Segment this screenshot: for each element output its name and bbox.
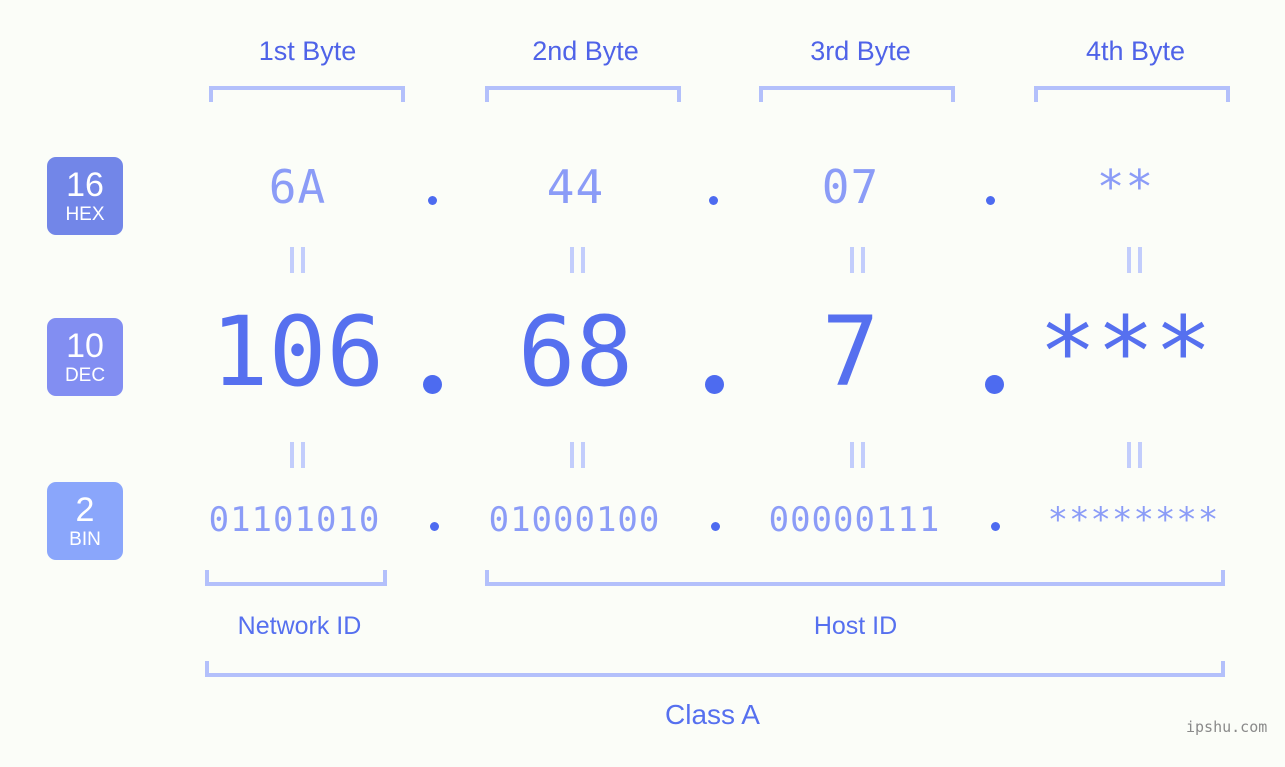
dec-separator-dot-3	[985, 375, 1004, 394]
dec-value-byte-4: ***	[1038, 296, 1213, 408]
hex-separator-dot-3	[986, 196, 995, 205]
bin-value-byte-4: ********	[1047, 500, 1220, 540]
byte-bracket-1	[209, 86, 405, 102]
radix-badge-dec: 10 DEC	[47, 318, 123, 396]
equals-icon-dec-bin-2	[570, 442, 585, 468]
byte-header-label-2: 2nd Byte	[532, 36, 639, 66]
class-bracket	[205, 661, 1225, 677]
byte-bracket-4	[1034, 86, 1230, 102]
radix-badge-hex-number: 16	[66, 166, 104, 204]
equals-icon-dec-bin-3	[850, 442, 865, 468]
dec-value-byte-3: 7	[821, 296, 880, 408]
equals-icon-hex-dec-1	[290, 247, 305, 273]
hex-value-byte-4: **	[1096, 160, 1155, 214]
equals-icon-dec-bin-4	[1127, 442, 1142, 468]
radix-badge-bin: 2 BIN	[47, 482, 123, 560]
byte-header-label-3: 3rd Byte	[810, 36, 911, 66]
radix-badge-bin-number: 2	[75, 491, 95, 529]
radix-badge-dec-name: DEC	[64, 365, 106, 386]
byte-bracket-3	[759, 86, 955, 102]
diagram-canvas: 1st Byte 2nd Byte 3rd Byte 4th Byte 16 H…	[0, 0, 1285, 767]
hex-separator-dot-1	[428, 196, 437, 205]
dec-value-byte-1: 106	[210, 296, 385, 408]
dec-separator-dot-2	[705, 375, 724, 394]
bin-value-byte-3: 00000111	[768, 500, 941, 540]
network-id-bracket	[205, 570, 387, 586]
hex-value-byte-1: 6A	[268, 160, 327, 214]
radix-badge-dec-number: 10	[66, 327, 104, 365]
byte-bracket-2	[485, 86, 681, 102]
hex-separator-dot-2	[709, 196, 718, 205]
class-label: Class A	[665, 699, 760, 730]
bin-value-byte-1: 01101010	[208, 500, 381, 540]
bin-separator-dot-1	[430, 522, 439, 531]
site-watermark: ipshu.com	[1186, 718, 1268, 736]
equals-icon-dec-bin-1	[290, 442, 305, 468]
hex-value-byte-3: 07	[821, 160, 880, 214]
equals-icon-hex-dec-3	[850, 247, 865, 273]
byte-header-label-4: 4th Byte	[1085, 36, 1186, 66]
bin-value-byte-2: 01000100	[488, 500, 661, 540]
host-id-label: Host ID	[813, 612, 898, 640]
network-id-label: Network ID	[237, 612, 362, 640]
byte-header-label-1: 1st Byte	[258, 36, 357, 66]
dec-separator-dot-1	[423, 375, 442, 394]
radix-badge-bin-name: BIN	[69, 529, 101, 550]
radix-badge-hex: 16 HEX	[47, 157, 123, 235]
radix-badge-hex-name: HEX	[65, 204, 105, 225]
hex-value-byte-2: 44	[546, 160, 605, 214]
dec-value-byte-2: 68	[517, 296, 634, 408]
bin-separator-dot-2	[711, 522, 720, 531]
equals-icon-hex-dec-2	[570, 247, 585, 273]
bin-separator-dot-3	[991, 522, 1000, 531]
host-id-bracket	[485, 570, 1225, 586]
equals-icon-hex-dec-4	[1127, 247, 1142, 273]
